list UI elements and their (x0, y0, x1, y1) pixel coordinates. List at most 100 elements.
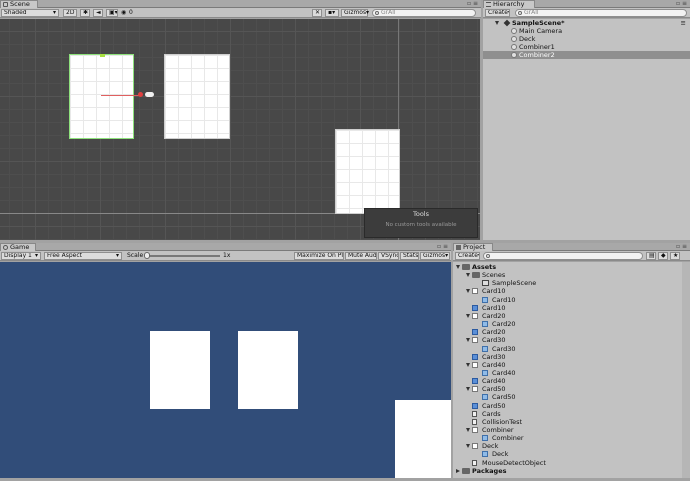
filter-by-label-icon[interactable]: ◆ (658, 252, 668, 260)
scene-tools-icon[interactable]: ✕ (312, 9, 322, 17)
project-item[interactable]: Card30 (453, 345, 690, 353)
camera-settings-icon[interactable]: ▪▾ (325, 9, 339, 17)
gizmos-dropdown[interactable]: Gizmos (341, 9, 368, 17)
scene-view[interactable]: Tools No custom tools available (0, 19, 480, 240)
tab-project[interactable]: Project (453, 243, 493, 251)
project-window-menu-icon[interactable]: ▫ ≡ (676, 243, 687, 250)
move-gizmo-handle[interactable] (100, 54, 105, 57)
tab-hierarchy[interactable]: Hierarchy (483, 0, 535, 8)
expand-arrow-icon[interactable] (466, 444, 470, 449)
expand-arrow-icon[interactable] (466, 273, 470, 278)
project-item[interactable]: Combiner (453, 434, 690, 442)
scale-slider[interactable] (144, 252, 220, 259)
scene-card[interactable] (164, 54, 230, 139)
hidden-objects-icon[interactable]: ◉ (121, 9, 126, 17)
tab-scene[interactable]: Scene (0, 0, 38, 8)
collapse-arrow-icon[interactable] (456, 468, 460, 473)
folder-icon (472, 272, 480, 279)
hierarchy-search-input[interactable]: GrAll (515, 9, 687, 17)
project-item[interactable]: Card40 (453, 361, 690, 369)
project-item[interactable]: Card50 (453, 385, 690, 393)
project-item[interactable]: Card50 (453, 402, 690, 410)
tab-game-label: Game (10, 243, 30, 251)
2d-toggle-button[interactable]: 2D (63, 9, 77, 17)
project-item[interactable]: Card50 (453, 393, 690, 401)
mute-audio-toggle[interactable]: Mute Audio (345, 252, 377, 260)
lighting-toggle-icon[interactable]: ✱ (80, 9, 90, 17)
vsync-toggle[interactable]: VSync (378, 252, 399, 260)
expand-arrow-icon[interactable] (466, 387, 470, 392)
project-item-label: Combiner (482, 426, 514, 434)
display-dropdown[interactable]: Display 1 ▾ (1, 252, 41, 260)
hierarchy-toolbar: Create▾ GrAll (483, 8, 690, 18)
gizmos-chevron-icon[interactable]: ▾ (366, 9, 369, 17)
project-item[interactable]: Card10 (453, 287, 690, 295)
project-item[interactable]: Deck (453, 450, 690, 458)
shading-mode-dropdown[interactable]: Shaded ▾ (1, 9, 59, 17)
expand-arrow-icon[interactable] (466, 428, 470, 432)
gameobject-icon (511, 28, 517, 34)
project-item[interactable]: Cards (453, 410, 690, 418)
project-item[interactable]: Scenes (453, 271, 690, 279)
project-scrollbar[interactable] (682, 262, 690, 478)
project-item[interactable]: Card30 (453, 353, 690, 361)
project-item[interactable]: Deck (453, 442, 690, 450)
project-item-label: Card50 (482, 385, 506, 394)
project-search-input[interactable] (483, 252, 643, 260)
maximize-on-play-toggle[interactable]: Maximize On Play (294, 252, 344, 260)
stats-toggle[interactable]: Stats (400, 252, 419, 260)
project-item[interactable]: Card20 (453, 320, 690, 328)
project-item[interactable]: Combiner (453, 426, 690, 434)
project-item[interactable]: Card10 (453, 304, 690, 312)
scale-slider-thumb[interactable] (144, 252, 150, 259)
scene-card-selected[interactable] (69, 54, 141, 139)
audio-toggle-icon[interactable]: ◄ (93, 9, 103, 17)
expand-arrow-icon[interactable] (456, 265, 460, 269)
hierarchy-item[interactable]: Deck (483, 35, 690, 43)
hierarchy-window-menu-icon[interactable]: ▫ ≡ (676, 0, 687, 7)
game-view[interactable] (0, 262, 451, 478)
favorite-icon[interactable]: ★ (670, 252, 680, 260)
filter-by-type-icon[interactable]: ▤ (646, 252, 656, 260)
tab-game[interactable]: Game (0, 243, 36, 251)
expand-arrow-icon[interactable] (466, 289, 470, 294)
scene-window-menu-icon[interactable]: ▫ ≡ (467, 0, 478, 7)
scene-card[interactable] (335, 129, 400, 214)
move-gizmo-center-icon[interactable] (138, 92, 143, 97)
game-window-menu-icon[interactable]: ▫ ≡ (437, 243, 448, 250)
project-item[interactable]: CollisionTest (453, 418, 690, 426)
project-create-button[interactable]: Create▾ (455, 252, 480, 260)
project-item[interactable]: Packages (453, 467, 690, 475)
hierarchy-item-label: Main Camera (519, 27, 563, 35)
hierarchy-scene-row[interactable]: SampleScene* ≡ (483, 19, 690, 27)
game-gizmos-dropdown[interactable]: Gizmos▾ (420, 252, 450, 260)
hierarchy-item[interactable]: Combiner1 (483, 43, 690, 51)
mesh-icon (482, 369, 488, 376)
expand-arrow-icon[interactable] (466, 338, 470, 343)
hierarchy-item[interactable]: Main Camera (483, 27, 690, 35)
scene-search-input[interactable]: GrAll (372, 9, 476, 17)
hierarchy-create-button[interactable]: Create▾ (485, 9, 510, 17)
project-item[interactable]: SampleScene (453, 279, 690, 287)
expand-arrow-icon[interactable] (466, 313, 470, 318)
project-item[interactable]: Card20 (453, 328, 690, 336)
project-item[interactable]: Card40 (453, 369, 690, 377)
expand-arrow-icon[interactable] (466, 362, 470, 367)
project-item-label: Card30 (492, 344, 516, 353)
model-icon (472, 312, 478, 319)
project-item-label: Card40 (482, 377, 506, 386)
project-item-label: Card20 (482, 328, 506, 337)
effects-toggle-button[interactable]: ▣▾ (106, 9, 118, 17)
project-item[interactable]: Card10 (453, 296, 690, 304)
project-item[interactable]: Card40 (453, 377, 690, 385)
hierarchy-item[interactable]: Combiner2 (483, 51, 690, 59)
project-item[interactable]: Assets (453, 263, 690, 271)
project-item[interactable]: Card20 (453, 312, 690, 320)
expand-arrow-icon[interactable] (495, 21, 499, 25)
scene-menu-icon[interactable]: ≡ (681, 19, 686, 27)
gameobject-icon (511, 36, 517, 42)
model-icon (472, 288, 478, 295)
aspect-dropdown[interactable]: Free Aspect ▾ (44, 252, 122, 260)
project-item[interactable]: Card30 (453, 336, 690, 344)
project-item[interactable]: MouseDetectObject (453, 459, 690, 467)
